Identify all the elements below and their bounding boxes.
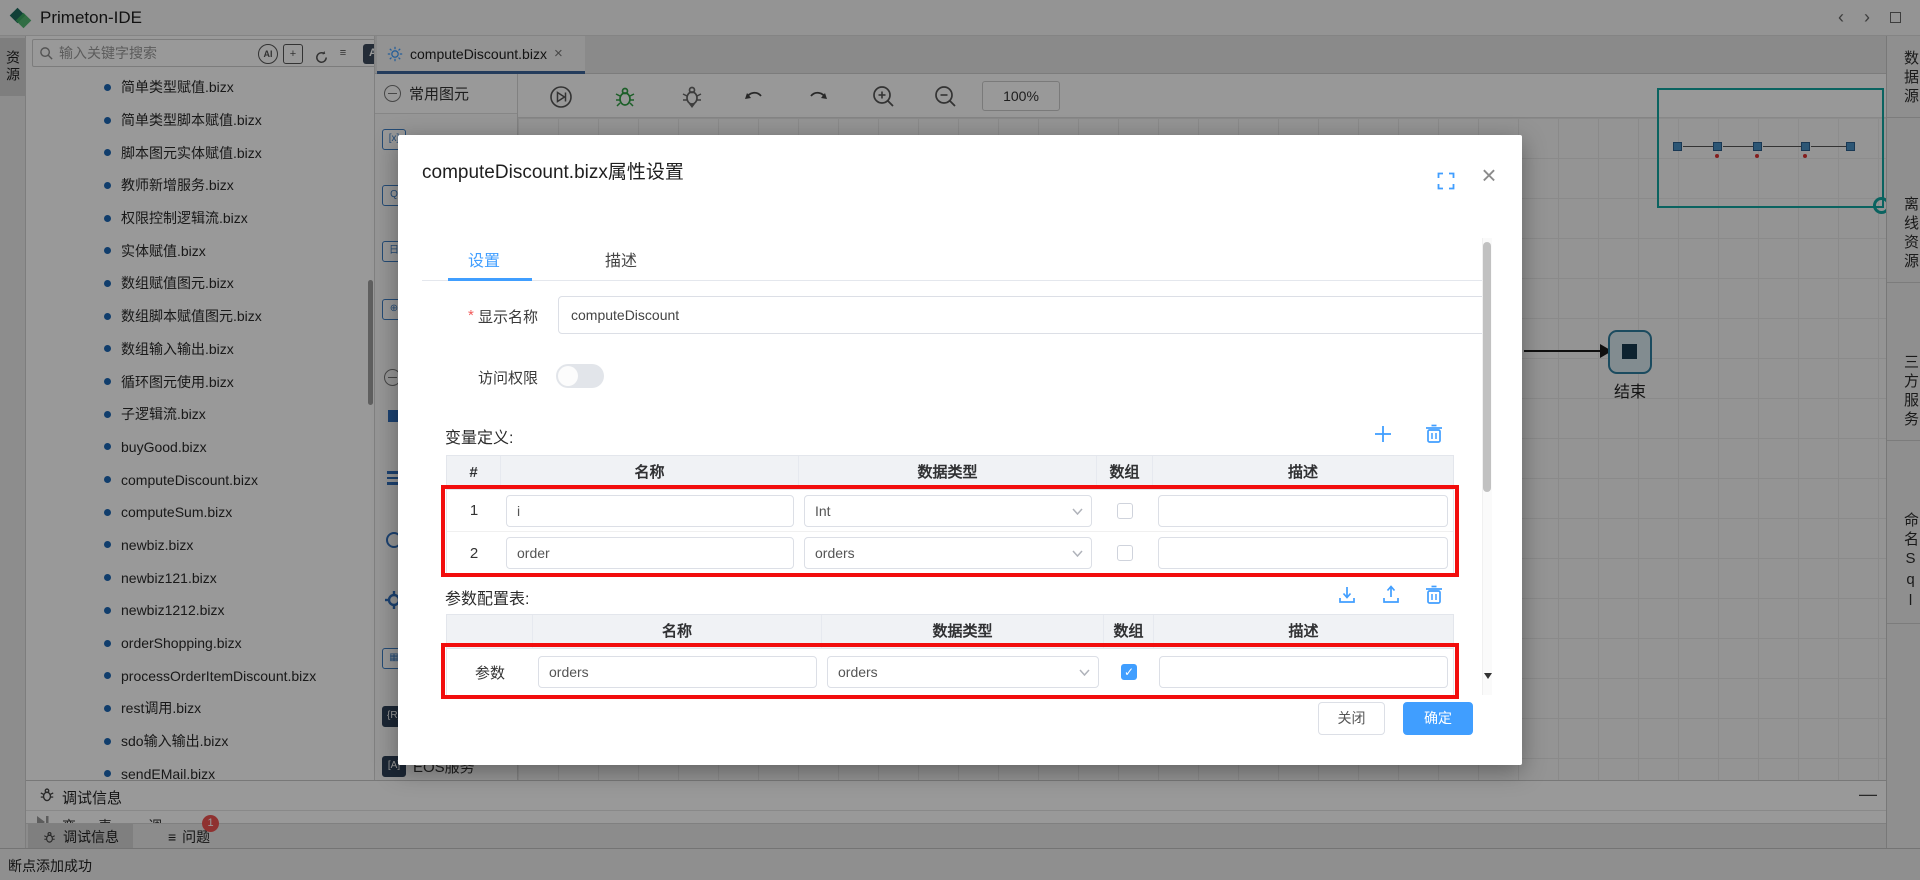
col-array: 数组 [1104, 615, 1154, 648]
array-checkbox[interactable] [1117, 503, 1133, 519]
dialog-title: computeDiscount.bizx属性设置 [422, 157, 684, 184]
col-name: 名称 [501, 456, 799, 489]
display-name-input[interactable] [558, 296, 1490, 334]
col-desc: 描述 [1154, 615, 1453, 648]
active-tab-underline [448, 278, 532, 281]
scroll-down-icon[interactable] [1484, 673, 1492, 679]
param-desc-input[interactable] [1159, 656, 1448, 688]
col-blank [447, 615, 533, 648]
display-name-label: 显示名称 [478, 306, 538, 327]
export-params-icon[interactable] [1380, 584, 1402, 606]
col-desc: 描述 [1153, 456, 1453, 489]
variable-desc-input[interactable] [1158, 537, 1448, 569]
dialog-tab-description[interactable]: 描述 [605, 247, 637, 271]
import-params-icon[interactable] [1336, 584, 1358, 606]
delete-param-icon[interactable] [1423, 584, 1445, 606]
tab-divider [422, 280, 1482, 281]
properties-dialog: computeDiscount.bizx属性设置 × 设置 描述 * 显示名称 … [398, 135, 1522, 765]
close-button[interactable]: 关闭 [1318, 702, 1385, 735]
variable-row: 2 orders [447, 532, 1453, 574]
params-table: 名称 数据类型 数组 描述 参数 orders ✓ [446, 614, 1454, 696]
col-array: 数组 [1097, 456, 1153, 489]
dialog-tab-settings[interactable]: 设置 [468, 247, 500, 271]
required-mark: * [468, 307, 474, 324]
array-checkbox[interactable]: ✓ [1121, 664, 1137, 680]
variables-table: # 名称 数据类型 数组 描述 1 Int 2 [446, 455, 1454, 575]
param-name-input[interactable] [538, 656, 817, 688]
dialog-scrollbar-thumb[interactable] [1483, 242, 1491, 492]
params-section-label: 参数配置表: [445, 585, 529, 609]
variable-type-select[interactable]: Int [804, 495, 1092, 527]
array-checkbox[interactable] [1117, 545, 1133, 561]
chevron-down-icon [1079, 669, 1090, 676]
app-window: Primeton-IDE ‹ › 资源 AI + ≡ A 简单类型赋值.bizx… [0, 0, 1920, 880]
param-type-select[interactable]: orders [827, 656, 1099, 688]
chevron-down-icon [1072, 508, 1083, 515]
fullscreen-icon[interactable] [1436, 171, 1458, 193]
access-label: 访问权限 [478, 367, 538, 388]
col-index: # [447, 456, 501, 489]
ok-button[interactable]: 确定 [1403, 702, 1473, 735]
close-icon[interactable]: × [1476, 163, 1502, 189]
variable-desc-input[interactable] [1158, 495, 1448, 527]
variable-row: 1 Int [447, 490, 1453, 532]
add-variable-icon[interactable] [1372, 423, 1394, 445]
toggle-knob [558, 366, 578, 386]
param-row: 参数 orders ✓ [447, 649, 1453, 695]
variables-section-label: 变量定义: [445, 424, 513, 448]
col-name: 名称 [533, 615, 822, 648]
delete-variable-icon[interactable] [1423, 423, 1445, 445]
variable-type-select[interactable]: orders [804, 537, 1092, 569]
variable-name-input[interactable] [506, 537, 794, 569]
access-toggle[interactable] [556, 364, 604, 388]
param-row-label: 参数 [475, 662, 505, 683]
col-type: 数据类型 [799, 456, 1097, 489]
params-table-header: 名称 数据类型 数组 描述 [447, 615, 1453, 649]
row-index: 2 [470, 545, 478, 562]
variables-table-header: # 名称 数据类型 数组 描述 [447, 456, 1453, 490]
row-index: 1 [470, 502, 478, 519]
chevron-down-icon [1072, 550, 1083, 557]
col-type: 数据类型 [822, 615, 1104, 648]
variable-name-input[interactable] [506, 495, 794, 527]
